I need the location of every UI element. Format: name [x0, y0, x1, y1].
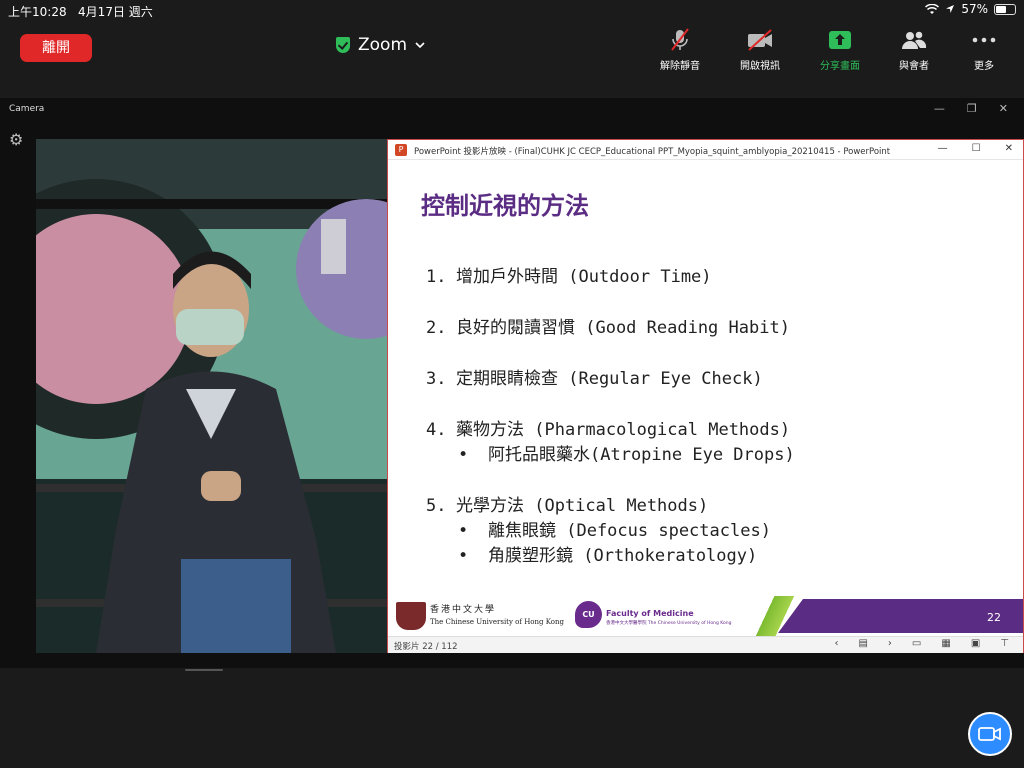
slide-sorter-icon[interactable]: ▤	[858, 638, 867, 649]
status-datetime: 上午10:28 4月17日 週六	[8, 3, 153, 20]
drag-handle[interactable]	[185, 669, 223, 671]
sub-list-item: • 角膜塑形鏡 (Orthokeratology)	[458, 541, 757, 566]
meeting-toolbar: 離開 Zoom 解除靜音 開啟視訊 分享畫面 與會者 更多	[0, 20, 1024, 98]
meeting-title: Zoom	[358, 35, 408, 55]
sub-list-item-text: 角膜塑形鏡 (Orthokeratology)	[488, 546, 758, 566]
participants-label: 與會者	[899, 61, 929, 72]
list-item-number: 3.	[426, 369, 447, 389]
next-slide-icon[interactable]: ›	[888, 638, 892, 649]
presenter-view-icon[interactable]: ⊤	[1000, 638, 1009, 649]
list-item: 2. 良好的閱讀習慣 (Good Reading Habit)	[426, 313, 790, 338]
start-video-button[interactable]: 開啟視訊	[728, 28, 792, 72]
powerpoint-icon: P	[395, 144, 407, 156]
bullet-icon: •	[458, 546, 469, 566]
slide-title: 控制近視的方法	[421, 191, 589, 220]
powerpoint-window: P PowerPoint 投影片放映 - (Final)CUHK JC CECP…	[387, 139, 1024, 653]
more-label: 更多	[974, 61, 994, 72]
camera-window: Camera — ❐ ✕ ⚙ P PowerPoint 投影片放映 - (Fin…	[0, 98, 1024, 668]
restore-icon[interactable]: ❐	[967, 102, 977, 115]
powerpoint-statusbar: 投影片 22 / 112 ‹ ▤ › ▭ ▦ ▣ ⊤	[388, 636, 1023, 653]
close-icon[interactable]: ✕	[999, 102, 1008, 115]
share-screen-button[interactable]: 分享畫面	[808, 28, 872, 72]
camera-window-controls: — ❐ ✕	[934, 102, 1008, 115]
list-item-text: 定期眼睛檢查 (Regular Eye Check)	[456, 369, 763, 389]
sub-list-item-text: 離焦眼鏡 (Defocus spectacles)	[488, 521, 771, 541]
chevron-down-icon	[415, 42, 425, 49]
wifi-icon	[925, 3, 940, 14]
status-time: 上午10:28	[8, 5, 67, 19]
presenter-video-scene	[36, 139, 387, 653]
status-date: 4月17日 週六	[78, 5, 153, 19]
microphone-muted-icon	[648, 28, 712, 52]
share-screen-icon	[808, 28, 872, 52]
bullet-icon: •	[458, 521, 469, 541]
video-off-icon	[728, 28, 792, 52]
list-item-text: 光學方法 (Optical Methods)	[456, 496, 709, 516]
slide: 控制近視的方法 1. 增加戶外時間 (Outdoor Time) 2. 良好的閱讀習…	[388, 160, 1023, 636]
battery-fill	[996, 5, 1007, 13]
list-item: 4. 藥物方法 (Pharmacological Methods)	[426, 415, 790, 440]
status-indicators: 57%	[925, 2, 1016, 16]
presenter-video	[36, 139, 387, 653]
meeting-title-dropdown[interactable]: Zoom	[336, 33, 425, 57]
gear-icon[interactable]: ⚙	[9, 131, 27, 149]
list-item: 5. 光學方法 (Optical Methods)	[426, 491, 708, 516]
faculty-subtitle: 香港中文大學醫學院 The Chinese University of Hong…	[606, 621, 732, 626]
unmute-label: 解除靜音	[660, 61, 700, 72]
battery-icon	[994, 3, 1016, 15]
cuhk-crest-logo	[396, 602, 426, 630]
slide-footer: 香港中文大學 The Chinese University of Hong Ko…	[388, 596, 1023, 636]
maximize-icon[interactable]: ☐	[972, 143, 981, 154]
sub-list-item: • 阿托品眼藥水(Atropine Eye Drops)	[458, 440, 795, 465]
status-bar: 上午10:28 4月17日 週六 57%	[0, 0, 1024, 20]
minimize-icon[interactable]: —	[934, 102, 945, 115]
video-camera-icon	[978, 727, 1001, 741]
bullet-icon: •	[458, 445, 469, 465]
participants-button[interactable]: 與會者	[882, 28, 946, 72]
slide-counter: 投影片 22 / 112	[394, 642, 458, 652]
more-icon	[952, 28, 1016, 52]
minimize-icon[interactable]: —	[938, 143, 948, 154]
leave-button[interactable]: 離開	[20, 34, 92, 62]
faculty-name: Faculty of Medicine	[606, 609, 694, 618]
camera-fab-button[interactable]	[968, 712, 1012, 756]
powerpoint-window-controls: — ☐ ✕	[938, 143, 1013, 154]
list-item: 1. 增加戶外時間 (Outdoor Time)	[426, 262, 712, 287]
camera-window-title: Camera	[9, 104, 45, 114]
slideshow-controls: ‹ ▤ › ▭ ▦ ▣ ⊤	[834, 638, 1009, 649]
reading-view-icon[interactable]: ▣	[971, 638, 980, 649]
location-icon	[946, 5, 955, 13]
list-item-number: 2.	[426, 318, 447, 338]
close-icon[interactable]: ✕	[1005, 143, 1013, 154]
shield-icon	[336, 37, 350, 53]
sub-list-item: • 離焦眼鏡 (Defocus spectacles)	[458, 516, 771, 541]
unmute-button[interactable]: 解除靜音	[648, 28, 712, 72]
list-item-text: 藥物方法 (Pharmacological Methods)	[456, 420, 791, 440]
previous-slide-icon[interactable]: ‹	[834, 638, 838, 649]
more-button[interactable]: 更多	[952, 28, 1016, 72]
grid-view-icon[interactable]: ▦	[941, 638, 950, 649]
cuhk-name-en: The Chinese University of Hong Kong	[430, 618, 564, 626]
list-item-text: 良好的閱讀習慣 (Good Reading Habit)	[456, 318, 790, 338]
list-item-number: 4.	[426, 420, 447, 440]
list-item-number: 1.	[426, 267, 447, 287]
list-item-text: 增加戶外時間 (Outdoor Time)	[456, 267, 712, 287]
normal-view-icon[interactable]: ▭	[912, 638, 921, 649]
zoom-screen: 上午10:28 4月17日 週六 57% 離開 Zoom 解除靜音 開啟視訊 分…	[0, 0, 1024, 768]
share-screen-label: 分享畫面	[820, 61, 860, 72]
battery-percent: 57%	[961, 2, 988, 16]
sub-list-item-text: 阿托品眼藥水(Atropine Eye Drops)	[488, 445, 795, 465]
start-video-label: 開啟視訊	[740, 61, 780, 72]
slide-number: 22	[987, 611, 1001, 624]
cuhk-name-zh: 香港中文大學	[430, 605, 497, 615]
powerpoint-window-title: PowerPoint 投影片放映 - (Final)CUHK JC CECP_E…	[414, 147, 891, 157]
participants-icon	[882, 28, 946, 52]
footer-purple-band: 22	[778, 599, 1023, 633]
powerpoint-titlebar: P PowerPoint 投影片放映 - (Final)CUHK JC CECP…	[388, 140, 1023, 160]
cu-medicine-logo: CU	[575, 601, 602, 628]
list-item: 3. 定期眼睛檢查 (Regular Eye Check)	[426, 364, 763, 389]
list-item-number: 5.	[426, 496, 447, 516]
